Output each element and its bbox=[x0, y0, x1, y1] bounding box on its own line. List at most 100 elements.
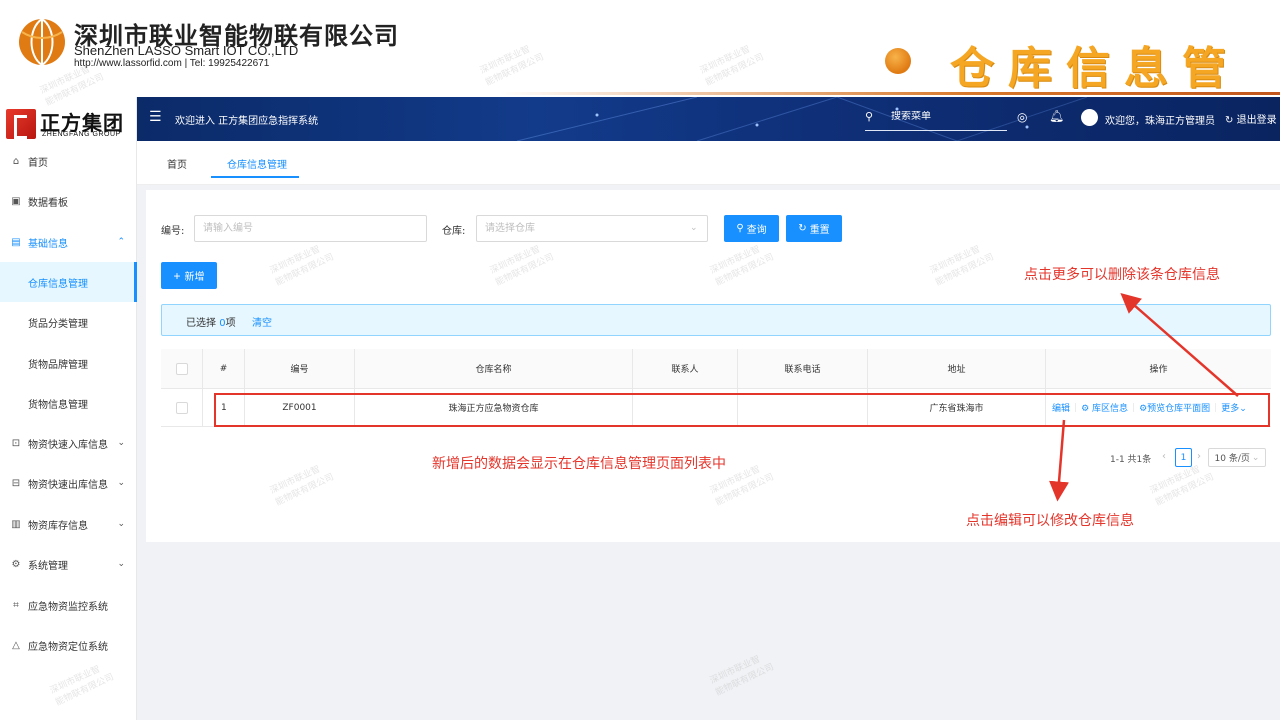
annotation-edit: 点击编辑可以修改仓库信息 bbox=[966, 513, 1134, 529]
sidebar-item-inventory[interactable]: ▥ 物资库存信息 ⌄ bbox=[0, 504, 137, 544]
slide-header: 深圳市联业智能物联有限公司 ShenZhen LASSO Smart IOT C… bbox=[0, 0, 1280, 158]
sidebar-item-label: 首页 bbox=[28, 157, 48, 169]
sidebar-subitem-category[interactable]: 货品分类管理 bbox=[0, 302, 137, 342]
column-operations: 操作 bbox=[1149, 365, 1168, 375]
import-icon: ⊡ bbox=[11, 437, 21, 449]
reset-label: 重置 bbox=[809, 225, 830, 236]
menu-toggle-icon[interactable]: ☰ bbox=[149, 109, 162, 125]
annotation-more: 点击更多可以删除该条仓库信息 bbox=[1024, 267, 1220, 283]
sidebar-item-basic-info[interactable]: ▤ 基础信息 ⌃ bbox=[0, 222, 137, 262]
row-checkbox-cell bbox=[161, 389, 203, 426]
sidebar-item-label: 系统管理 bbox=[28, 560, 68, 572]
sidebar-item-dashboard[interactable]: ▣ 数据看板 bbox=[0, 181, 137, 221]
tab-warehouse-management[interactable]: 仓库信息管理 bbox=[227, 156, 287, 171]
selection-prefix: 已选择 bbox=[186, 318, 216, 329]
page-tabs: 首页 仓库信息管理 bbox=[137, 141, 1280, 185]
sidebar-item-inbound[interactable]: ⊡ 物资快速入库信息 ⌄ bbox=[0, 423, 137, 463]
chevron-down-icon: ⌄ bbox=[690, 223, 698, 233]
query-button[interactable]: ⚲ 查询 bbox=[724, 215, 779, 242]
add-button[interactable]: + 新增 bbox=[161, 262, 217, 289]
active-tab-indicator bbox=[211, 176, 299, 178]
add-label: 新增 bbox=[184, 272, 205, 283]
select-all-checkbox[interactable] bbox=[175, 362, 188, 375]
sidebar-item-home[interactable]: ⌂ 首页 bbox=[0, 141, 137, 181]
page-size-label: 10 条/页 bbox=[1214, 454, 1250, 464]
sidebar-subitem-goods[interactable]: 货物信息管理 bbox=[0, 383, 137, 423]
chevron-down-icon: ⌄ bbox=[117, 559, 125, 569]
page-current[interactable]: 1 bbox=[1175, 448, 1192, 467]
selection-suffix: 项 bbox=[225, 318, 236, 329]
search-icon: ⚲ bbox=[736, 223, 744, 234]
column-index: # bbox=[203, 349, 245, 388]
search-icon: ⚲ bbox=[865, 110, 874, 123]
pagination-total: 1-1 共1条 bbox=[1110, 455, 1152, 465]
sidebar-item-label: 仓库信息管理 bbox=[28, 278, 88, 290]
company-logo-icon bbox=[19, 18, 65, 66]
plus-icon: + bbox=[173, 268, 181, 283]
clear-selection-link[interactable]: 清空 bbox=[252, 314, 272, 329]
home-icon: ⌂ bbox=[12, 155, 20, 167]
annotation-list: 新增后的数据会显示在仓库信息管理页面列表中 bbox=[432, 456, 726, 472]
logout-icon: ↻ bbox=[1225, 115, 1234, 126]
title-bullet-icon bbox=[885, 48, 911, 74]
brand-badge-icon bbox=[6, 109, 36, 139]
tab-home[interactable]: 首页 bbox=[167, 156, 187, 171]
column-phone: 联系电话 bbox=[738, 349, 868, 388]
chevron-down-icon: ⌄ bbox=[117, 478, 125, 488]
sidebar-item-outbound[interactable]: ⊟ 物资快速出库信息 ⌄ bbox=[0, 463, 137, 503]
page-size-select[interactable]: 10 条/页 ⌄ bbox=[1208, 448, 1266, 467]
sidebar-item-location[interactable]: △ 应急物资定位系统 bbox=[0, 625, 137, 665]
query-label: 查询 bbox=[746, 225, 767, 236]
sidebar-item-label: 物资库存信息 bbox=[28, 520, 88, 532]
sidebar-item-label: 货物品牌管理 bbox=[28, 359, 88, 371]
inventory-icon: ▥ bbox=[11, 518, 21, 530]
app-topbar: ☰ 欢迎进入 正方集团应急指挥系统 ⚲ ◎ 🔔︎ 欢迎您，珠海正方管理员 ↻ 退… bbox=[137, 97, 1280, 141]
menu-search: ⚲ bbox=[865, 107, 1007, 131]
sidebar-item-system[interactable]: ⚙ 系统管理 ⌄ bbox=[0, 544, 137, 584]
column-address: 地址 bbox=[868, 349, 1046, 388]
brand-logo: 正方集团 ZHENGFANG GROUP bbox=[6, 107, 134, 141]
export-icon: ⊟ bbox=[11, 477, 21, 489]
warehouse-label: 仓库: bbox=[442, 226, 466, 237]
chevron-down-icon: ⌄ bbox=[117, 438, 125, 448]
column-name: 仓库名称 bbox=[355, 349, 633, 388]
company-name-en: ShenZhen LASSO Smart IOT CO.,LTD bbox=[74, 43, 299, 58]
target-icon[interactable]: ◎ bbox=[1017, 110, 1027, 124]
user-greeting: 欢迎您，珠海正方管理员 bbox=[1105, 116, 1215, 127]
header-checkbox-cell bbox=[161, 349, 203, 388]
sidebar-item-label: 物资快速出库信息 bbox=[28, 479, 108, 491]
sidebar: 正方集团 ZHENGFANG GROUP ⌂ 首页 ▣ 数据看板 ▤ 基础信息 … bbox=[0, 97, 137, 720]
sidebar-item-label: 基础信息 bbox=[28, 238, 68, 250]
avatar[interactable] bbox=[1081, 109, 1098, 126]
chevron-down-icon: ⌄ bbox=[117, 519, 125, 529]
dashboard-icon: ▣ bbox=[11, 195, 21, 207]
code-input[interactable] bbox=[194, 215, 427, 242]
page-prev-icon[interactable]: ‹ bbox=[1162, 451, 1166, 462]
selection-alert: 已选择 0项 清空 bbox=[161, 304, 1271, 336]
row-checkbox[interactable] bbox=[175, 401, 188, 414]
page-next-icon[interactable]: › bbox=[1197, 451, 1201, 462]
company-contact: http://www.lassorfid.com | Tel: 19925422… bbox=[74, 58, 270, 69]
chevron-down-icon: ⌄ bbox=[1251, 452, 1260, 463]
reset-button[interactable]: ↻ 重置 bbox=[786, 215, 842, 242]
sidebar-item-label: 货物信息管理 bbox=[28, 399, 88, 411]
file-icon: ▤ bbox=[11, 236, 21, 248]
chevron-up-icon: ⌃ bbox=[117, 237, 125, 247]
menu-search-input[interactable] bbox=[891, 111, 1001, 122]
reset-icon: ↻ bbox=[798, 223, 807, 234]
sidebar-item-label: 数据看板 bbox=[28, 197, 68, 209]
gear-icon: ⚙ bbox=[11, 558, 21, 570]
sidebar-item-label: 货品分类管理 bbox=[28, 318, 88, 330]
sidebar-subitem-warehouse[interactable]: 仓库信息管理 bbox=[0, 262, 137, 302]
sidebar-subitem-brand[interactable]: 货物品牌管理 bbox=[0, 343, 137, 383]
monitor-icon: ⌗ bbox=[13, 599, 19, 611]
brand-name-en: ZHENGFANG GROUP bbox=[42, 131, 121, 138]
sidebar-item-monitor[interactable]: ⌗ 应急物资监控系统 bbox=[0, 585, 137, 625]
logout-button[interactable]: ↻ 退出登录 bbox=[1225, 111, 1277, 126]
column-code: 编号 bbox=[245, 349, 355, 388]
system-welcome: 欢迎进入 正方集团应急指挥系统 bbox=[175, 116, 319, 127]
bell-icon[interactable]: 🔔︎ bbox=[1049, 109, 1064, 123]
highlight-box bbox=[214, 393, 1270, 427]
warehouse-select[interactable] bbox=[476, 215, 708, 242]
logout-label: 退出登录 bbox=[1236, 115, 1277, 126]
